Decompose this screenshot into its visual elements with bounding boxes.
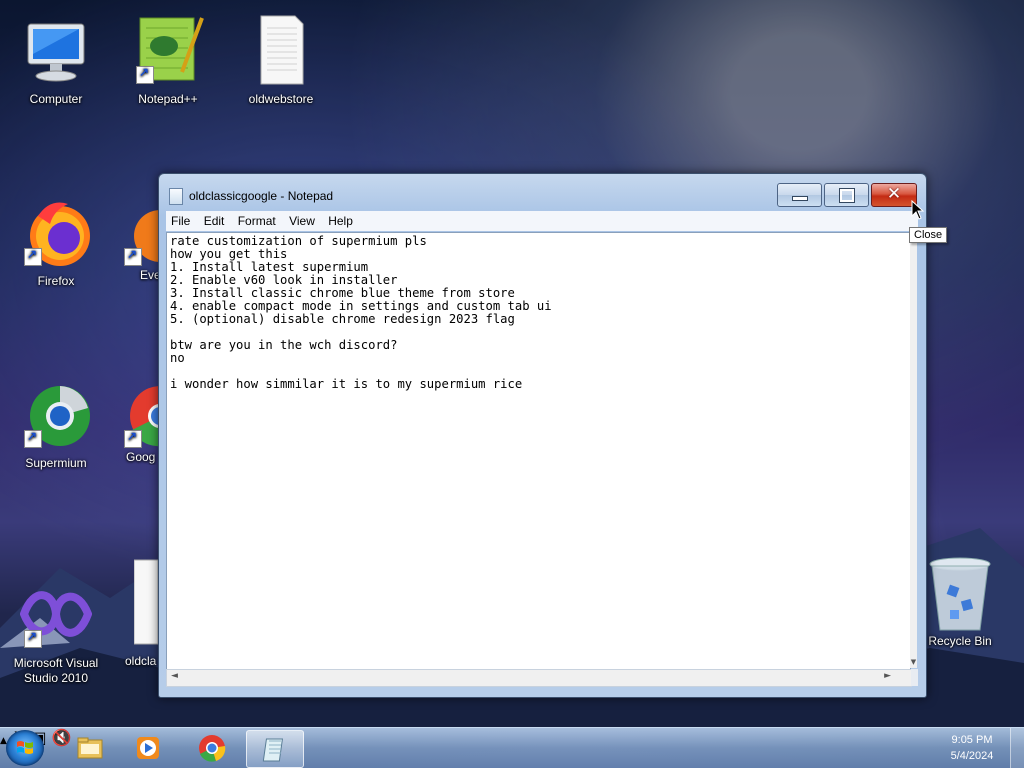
- app-icon: [120, 196, 158, 268]
- close-icon: ✕: [886, 184, 902, 204]
- shortcut-arrow-icon: [124, 247, 142, 266]
- menu-bar: File Edit Format View Help: [166, 211, 918, 231]
- notepad-icon: [262, 738, 284, 762]
- chrome-icon: [120, 378, 158, 450]
- desktop-icon-notepad-plus-plus[interactable]: Notepad++: [120, 14, 216, 107]
- chrome-icon: [199, 735, 226, 762]
- taskbar-explorer[interactable]: [62, 730, 118, 766]
- text-file-icon: [245, 14, 317, 86]
- maximize-button[interactable]: [824, 183, 869, 207]
- horizontal-scrollbar[interactable]: ◄ ►: [166, 669, 912, 687]
- desktop-icon-label: Computer: [29, 92, 83, 106]
- text-line: i wonder how simmilar it is to my superm…: [170, 377, 523, 391]
- menu-view[interactable]: View: [284, 211, 320, 231]
- shortcut-arrow-icon: [124, 429, 142, 448]
- computer-icon: [20, 14, 92, 86]
- menu-file[interactable]: File: [166, 211, 195, 231]
- visual-studio-icon: [19, 578, 93, 650]
- text-file-icon: [133, 558, 158, 648]
- text-line: 5. (optional) disable chrome redesign 20…: [170, 312, 515, 326]
- recycle-bin-icon: [924, 556, 996, 631]
- menu-format[interactable]: Format: [233, 211, 281, 231]
- window-titlebar[interactable]: oldclassicgoogle - Notepad ✕: [159, 174, 926, 210]
- desktop-icon-eve[interactable]: Eve: [120, 196, 158, 283]
- desktop-icon-label: Eve: [140, 268, 158, 282]
- taskbar: ▲ ⚑ ▣ 🔇 9:05 PM 5/4/2024: [0, 727, 1024, 768]
- clock-time: 9:05 PM: [951, 734, 993, 746]
- vertical-scrollbar[interactable]: ▲ ▼: [910, 232, 917, 668]
- scroll-right-icon[interactable]: ►: [884, 671, 891, 681]
- shortcut-arrow-icon: [136, 65, 154, 84]
- shortcut-arrow-icon: [24, 247, 42, 266]
- start-button[interactable]: [6, 730, 44, 766]
- desktop-icon-label: Goog: [126, 450, 156, 464]
- taskbar-notepad[interactable]: [246, 730, 304, 768]
- notepad-window[interactable]: oldclassicgoogle - Notepad ✕ File Edit F…: [158, 173, 927, 698]
- desktop-icon-supermium[interactable]: Supermium: [8, 378, 104, 471]
- text-line: btw are you in the wch discord?: [170, 338, 398, 352]
- scroll-left-icon[interactable]: ◄: [171, 671, 178, 681]
- desktop-icon-oldclassic[interactable]: oldcla: [120, 558, 158, 669]
- media-player-icon: [137, 737, 159, 759]
- resize-grip[interactable]: [911, 669, 918, 686]
- menu-edit[interactable]: Edit: [199, 211, 230, 231]
- mouse-cursor-icon: [911, 200, 925, 220]
- desktop-icon-visual-studio[interactable]: Microsoft Visual Studio 2010: [8, 578, 104, 686]
- supermium-icon: [20, 378, 92, 450]
- menu-help[interactable]: Help: [323, 211, 358, 231]
- desktop-icon-google-chrome[interactable]: Goog: [120, 378, 158, 465]
- text-line: no: [170, 351, 185, 365]
- window-title: oldclassicgoogle - Notepad: [189, 189, 334, 203]
- taskbar-media-player[interactable]: [120, 730, 176, 766]
- taskbar-chrome[interactable]: [184, 730, 240, 766]
- firefox-icon: [20, 196, 92, 268]
- explorer-icon: [77, 737, 103, 759]
- scroll-down-icon[interactable]: ▼: [910, 658, 917, 666]
- shortcut-arrow-icon: [24, 429, 42, 448]
- shortcut-arrow-icon: [24, 629, 42, 648]
- desktop-icon-computer[interactable]: Computer: [8, 14, 104, 107]
- notepad-icon: [169, 188, 183, 205]
- desktop-icon-firefox[interactable]: Firefox: [8, 196, 104, 289]
- desktop-icon-oldwebstore[interactable]: oldwebstore: [233, 14, 329, 107]
- desktop-icon-label: oldcla: [125, 654, 157, 668]
- desktop-icon-label: Firefox: [37, 274, 75, 288]
- clock-date: 5/4/2024: [950, 750, 994, 762]
- show-desktop-button[interactable]: [1010, 728, 1024, 768]
- minimize-button[interactable]: [777, 183, 822, 207]
- desktop-icon-label: Microsoft Visual Studio 2010: [13, 656, 99, 685]
- desktop-icon-label: oldwebstore: [248, 92, 314, 106]
- notepad-plus-plus-icon: [132, 14, 204, 86]
- desktop-icon-label: Notepad++: [138, 92, 198, 106]
- windows-logo-icon: [17, 741, 33, 754]
- close-tooltip: Close: [909, 227, 948, 243]
- text-editor[interactable]: rate customization of supermium pls how …: [166, 232, 911, 670]
- system-clock[interactable]: 9:05 PM 5/4/2024: [940, 732, 1004, 764]
- desktop-icon-label: Supermium: [25, 456, 87, 470]
